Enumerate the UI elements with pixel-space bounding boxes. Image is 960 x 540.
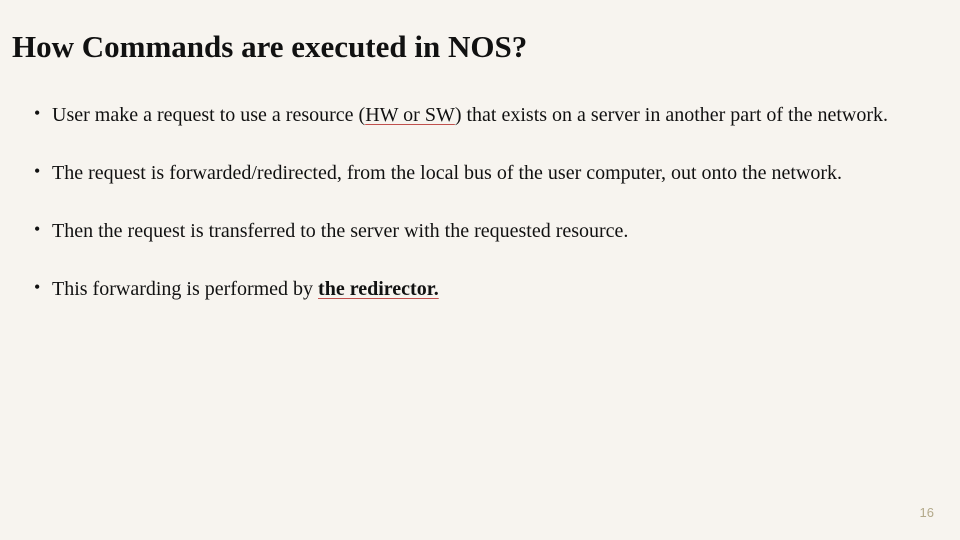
- list-item: The request is forwarded/redirected, fro…: [34, 151, 932, 195]
- bullet-text: Then the request is transferred to the s…: [52, 220, 628, 242]
- bullet-text-pre: User make a request to use a resource (: [52, 104, 365, 126]
- list-item: This forwarding is performed by the redi…: [34, 267, 932, 311]
- list-item: User make a request to use a resource (H…: [34, 93, 932, 137]
- list-item: Then the request is transferred to the s…: [34, 209, 932, 253]
- bullet-list: User make a request to use a resource (H…: [12, 93, 948, 311]
- slide: How Commands are executed in NOS? User m…: [0, 0, 960, 540]
- bullet-text: The request is forwarded/redirected, fro…: [52, 162, 842, 184]
- bullet-text-pre: This forwarding is performed by: [52, 278, 318, 300]
- bullet-text-emph: the redirector.: [318, 278, 439, 300]
- page-number: 16: [920, 505, 934, 520]
- bullet-text-mid: HW or SW: [365, 104, 455, 126]
- bullet-text-post: ) that exists on a server in another par…: [455, 104, 888, 126]
- slide-title: How Commands are executed in NOS?: [12, 28, 948, 65]
